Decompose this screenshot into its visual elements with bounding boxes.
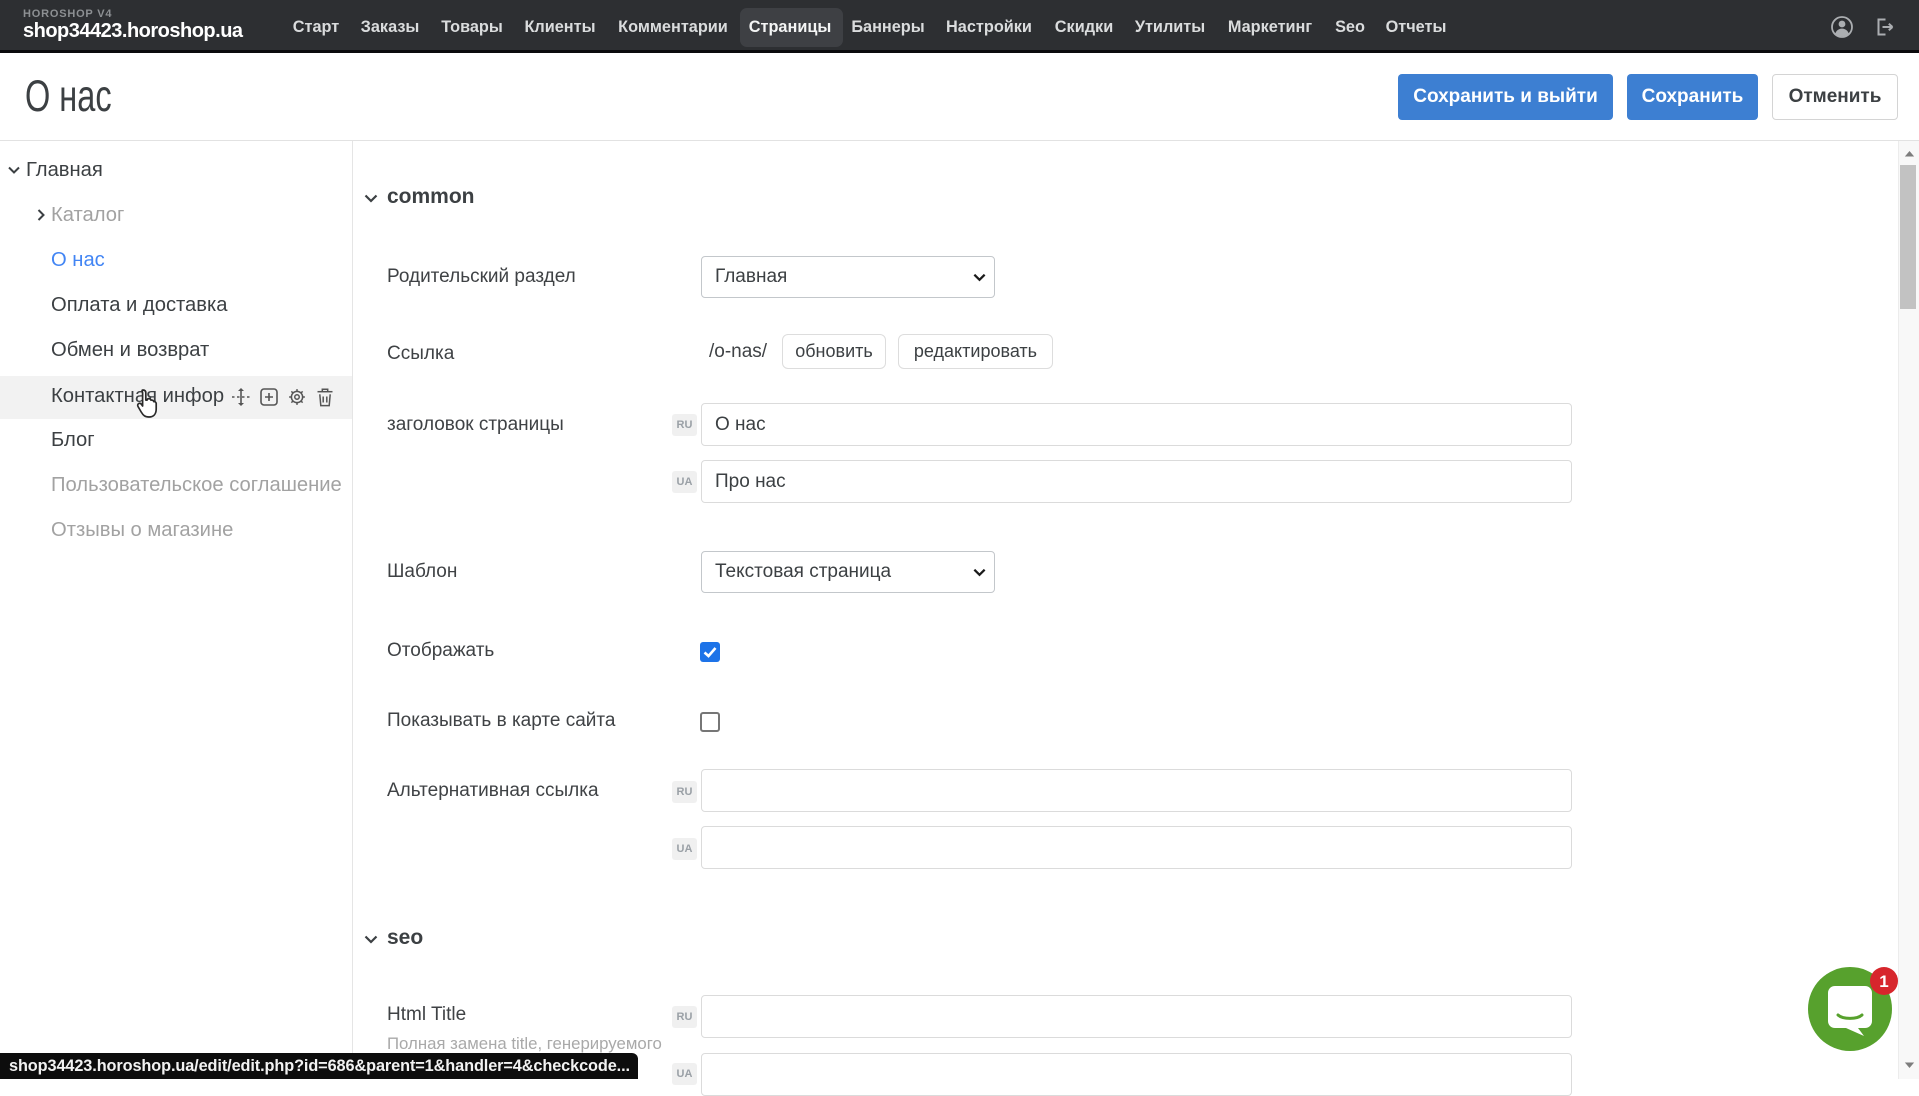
svg-text:1: 1 bbox=[1879, 972, 1888, 991]
